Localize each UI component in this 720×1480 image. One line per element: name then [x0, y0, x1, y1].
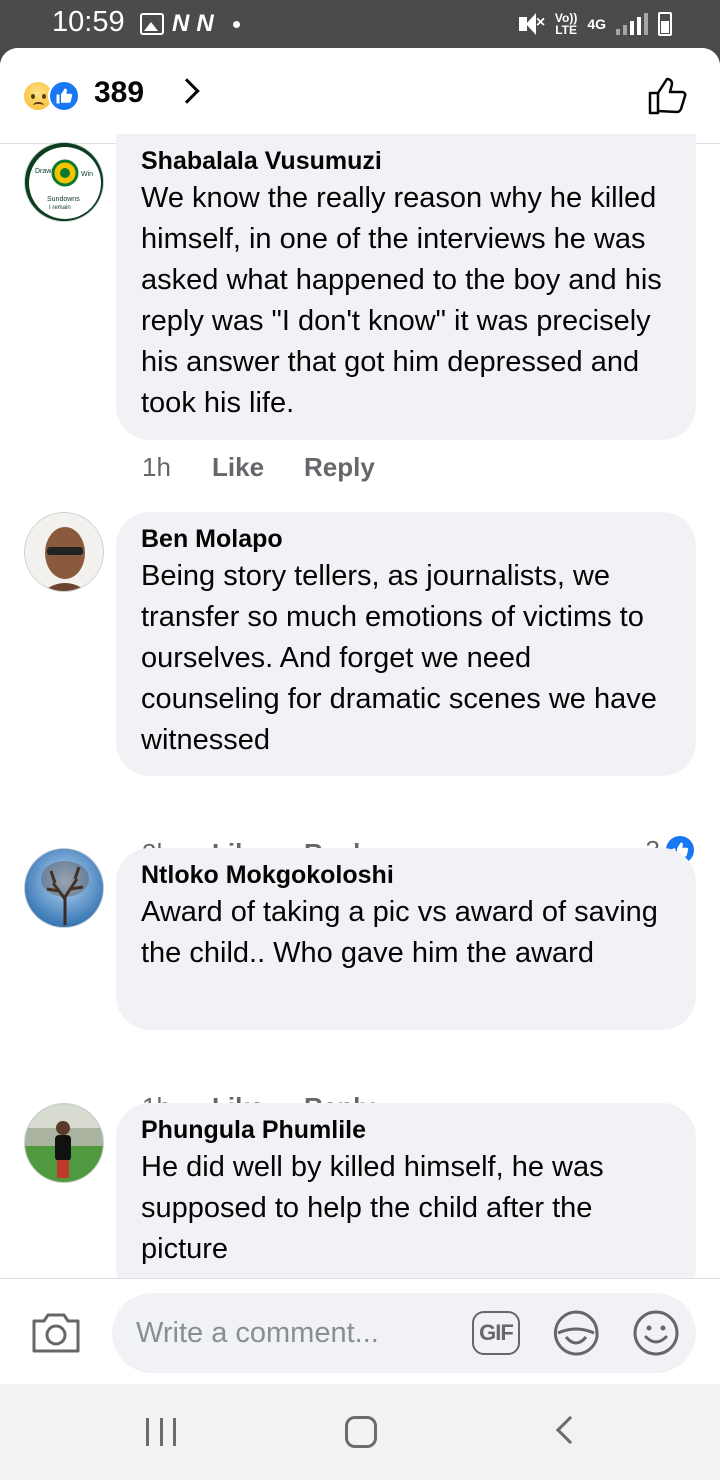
n-notification-icon: N [172, 10, 189, 37]
reactions-header[interactable]: 389 [0, 48, 720, 144]
comment-author[interactable]: Ntloko Mokgokoloshi [141, 858, 672, 892]
chevron-right-icon[interactable] [174, 78, 200, 104]
comment-text: Being story tellers, as journalists, we … [141, 560, 657, 756]
comment-like-button[interactable]: Like [212, 452, 304, 483]
comment-bubble[interactable]: Ben Molapo Being story tellers, as journ… [116, 512, 696, 776]
comment-actions: 1h Like Reply [142, 452, 375, 483]
battery-icon [658, 12, 672, 36]
like-reaction-icon [48, 80, 80, 112]
avatar[interactable] [24, 1103, 104, 1183]
status-bar: 10:59 N N × Vo)) LTE 4G [0, 0, 720, 48]
comment-bubble[interactable]: Shabalala Vusumuzi We know the really re… [116, 134, 696, 440]
status-time: 10:59 [52, 6, 125, 38]
comments-panel: 389 Draw Win Sundowns I remain Shabalala… [0, 48, 720, 1384]
4g-icon: 4G [587, 16, 606, 32]
comment-reply-button[interactable]: Reply [304, 452, 375, 483]
like-button[interactable] [646, 74, 690, 118]
volte-icon: Vo)) LTE [554, 11, 578, 37]
avatar[interactable] [24, 512, 104, 592]
avatar-text-win: Win [81, 171, 93, 178]
comment-text: He did well by killed himself, he was su… [141, 1151, 604, 1265]
home-icon[interactable] [345, 1416, 377, 1448]
camera-icon[interactable] [30, 1309, 82, 1355]
comment-composer: GIF [0, 1278, 720, 1384]
signal-icon [616, 13, 648, 35]
back-icon[interactable] [555, 1415, 585, 1445]
reaction-icons [22, 80, 88, 112]
emoji-icon[interactable] [632, 1309, 680, 1357]
comment-time[interactable]: 1h [142, 452, 212, 483]
comment-author[interactable]: Ben Molapo [141, 522, 672, 556]
sticker-icon[interactable] [552, 1309, 600, 1357]
comment-author[interactable]: Shabalala Vusumuzi [141, 144, 672, 178]
reaction-count[interactable]: 389 [94, 76, 144, 110]
comment-text: We know the really reason why he killed … [141, 182, 662, 419]
comment-bubble[interactable]: Ntloko Mokgokoloshi Award of taking a pi… [116, 848, 696, 1030]
avatar-text-club: Sundowns [47, 196, 80, 203]
status-left-icons: N N [140, 10, 240, 38]
gallery-icon [140, 13, 164, 35]
gif-button[interactable]: GIF [472, 1311, 520, 1355]
avatar[interactable]: Draw Win Sundowns I remain [24, 142, 104, 222]
status-right-icons: × Vo)) LTE 4G [517, 10, 672, 38]
mute-icon: × [517, 12, 545, 36]
avatar-text-draw: Draw [35, 168, 52, 175]
comment-input[interactable] [112, 1293, 696, 1373]
comment-author[interactable]: Phungula Phumlile [141, 1113, 672, 1147]
comment-bubble[interactable]: Phungula Phumlile He did well by killed … [116, 1103, 696, 1303]
avatar-text-motto: I remain [49, 205, 71, 211]
comment-text: Award of taking a pic vs award of saving… [141, 896, 658, 969]
dot-icon [232, 20, 240, 28]
system-nav-bar [0, 1384, 720, 1480]
recent-apps-icon[interactable] [146, 1418, 176, 1446]
n-notification-icon: N [196, 10, 213, 37]
avatar[interactable] [24, 848, 104, 928]
